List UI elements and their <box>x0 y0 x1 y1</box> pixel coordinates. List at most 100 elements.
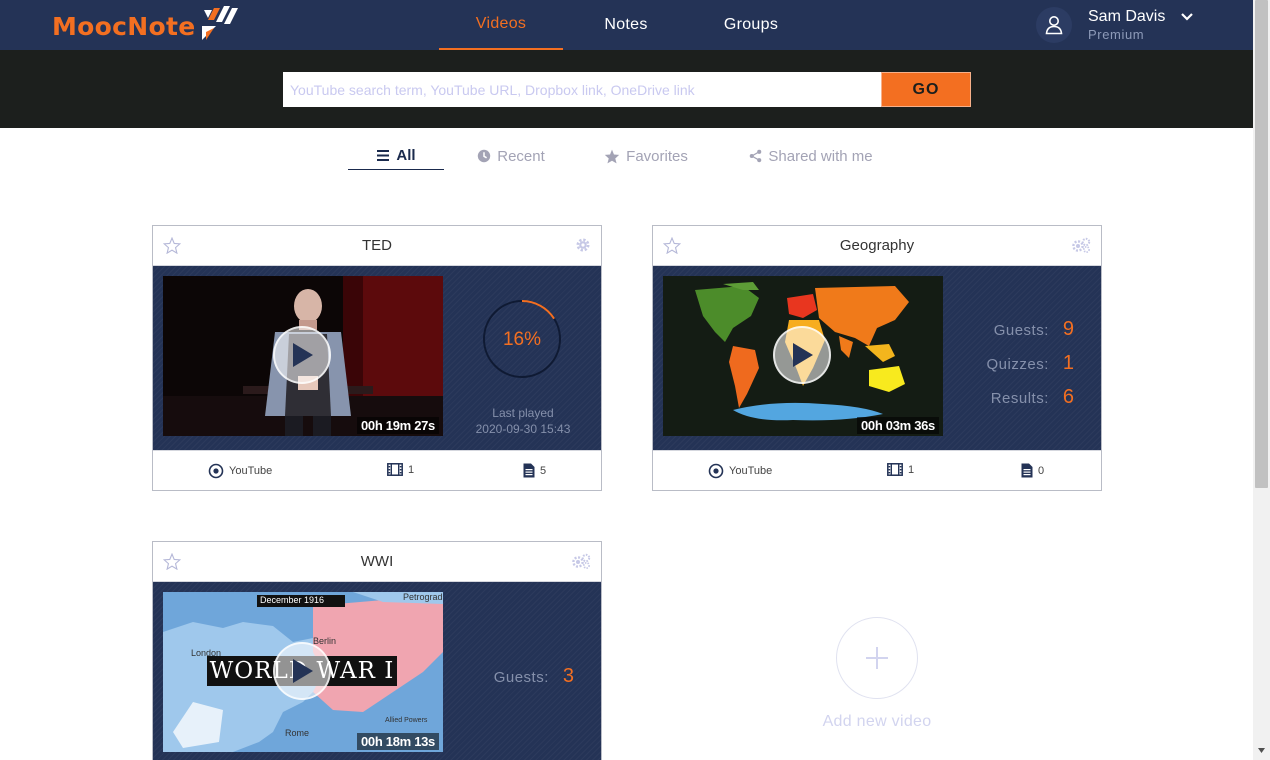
scroll-thumb[interactable] <box>1255 0 1268 488</box>
video-duration: 00h 18m 13s <box>356 733 439 750</box>
card-header: Geography <box>653 226 1101 266</box>
video-card-wwi: WWI December 1916 Petrograd Berlin <box>152 541 602 760</box>
stat-quizzes: Quizzes: 1 <box>987 352 1074 375</box>
logo[interactable]: MoocNote <box>52 6 238 44</box>
filter-tab-shared-label: Shared with me <box>768 147 873 165</box>
filter-tab-all-label: All <box>396 147 416 164</box>
card-header: TED <box>153 226 601 266</box>
user-name: Sam Davis <box>1088 8 1166 25</box>
video-duration: 00h 03m 36s <box>856 417 939 434</box>
source-youtube: YouTube <box>708 463 772 479</box>
star-icon <box>604 149 620 163</box>
clock-icon <box>478 149 491 163</box>
card-body: 00h 19m 27s 16% Last played 2020-09-30 1… <box>153 266 601 450</box>
video-duration: 00h 19m 27s <box>356 417 439 434</box>
stat-value: 6 <box>1062 386 1074 408</box>
notes-count: 0 <box>1021 463 1044 478</box>
plus-icon <box>866 647 888 669</box>
search-input[interactable] <box>283 72 881 107</box>
gears-icon[interactable] <box>1071 237 1091 253</box>
nav-tab-notes[interactable]: Notes <box>564 0 688 50</box>
logo-mark-icon <box>202 6 238 40</box>
stat-label: Results: <box>990 390 1049 407</box>
clips-value: 1 <box>408 463 415 476</box>
map-legend-allied: Allied Powers <box>385 717 428 724</box>
card-footer: YouTube 1 0 <box>653 450 1101 490</box>
notes-count: 5 <box>523 463 546 478</box>
clips-value: 1 <box>908 463 915 476</box>
filter-tab-favorites[interactable]: Favorites <box>594 142 698 170</box>
share-icon <box>750 149 762 163</box>
stat-label: Quizzes: <box>986 356 1049 373</box>
user-avatar <box>1036 7 1072 43</box>
source-label: YouTube <box>729 465 773 477</box>
card-title: TED <box>362 237 392 254</box>
play-icon <box>293 343 313 367</box>
user-plan: Premium <box>1088 27 1145 42</box>
filter-tab-recent[interactable]: Recent <box>463 142 559 170</box>
notes-value: 0 <box>1038 464 1045 477</box>
play-button[interactable] <box>773 326 831 384</box>
stat-value: 9 <box>1062 318 1074 340</box>
chevron-down-icon <box>1181 13 1193 21</box>
source-youtube: YouTube <box>208 463 272 479</box>
map-label-rome: Rome <box>285 728 309 738</box>
gear-icon[interactable] <box>575 237 591 253</box>
add-video-label: Add new video <box>822 713 932 730</box>
user-icon <box>1045 16 1063 35</box>
last-played-value: 2020-09-30 15:43 <box>475 422 571 436</box>
play-button[interactable] <box>273 642 331 700</box>
map-label-berlin: Berlin <box>313 636 336 646</box>
play-icon <box>293 659 313 683</box>
play-button[interactable] <box>273 326 331 384</box>
play-icon <box>793 343 813 367</box>
card-title: Geography <box>839 237 915 254</box>
filter-tab-shared[interactable]: Shared with me <box>740 142 882 170</box>
stat-value: 3 <box>562 665 574 687</box>
clips-count: 1 <box>887 463 914 476</box>
card-footer: YouTube 1 5 <box>153 450 601 490</box>
video-thumbnail[interactable]: 00h 19m 27s <box>163 276 443 436</box>
target-icon <box>708 463 724 479</box>
document-icon <box>523 463 535 478</box>
card-body: 00h 03m 36s Guests: 9 Quizzes: 1 Results… <box>653 266 1101 450</box>
film-icon <box>387 463 403 476</box>
stat-value: 1 <box>1062 352 1074 374</box>
film-icon <box>887 463 903 476</box>
document-icon <box>1021 463 1033 478</box>
stat-label: Guests: <box>493 669 549 686</box>
nav-tab-groups[interactable]: Groups <box>689 0 813 50</box>
filter-tab-favorites-label: Favorites <box>626 147 688 165</box>
stat-label: Guests: <box>993 322 1049 339</box>
video-card-ted: TED 00h 19m 27s 16% Last played 2020-09-… <box>152 225 602 491</box>
scroll-down-arrow-icon[interactable] <box>1257 746 1266 755</box>
nav-tab-videos[interactable]: Videos <box>439 0 563 50</box>
map-label-petrograd: Petrograd <box>403 592 443 602</box>
video-thumbnail[interactable]: December 1916 Petrograd Berlin London Ro… <box>163 592 443 752</box>
card-header: WWI <box>153 542 601 582</box>
stat-results: Results: 6 <box>991 386 1074 409</box>
scrollbar[interactable] <box>1253 0 1270 760</box>
gears-icon[interactable] <box>571 553 591 569</box>
source-label: YouTube <box>229 465 273 477</box>
video-thumbnail[interactable]: 00h 03m 36s <box>663 276 943 436</box>
video-card-geography: Geography 00h 03m 36s Guests: 9 Quizzes:… <box>652 225 1102 491</box>
clips-count: 1 <box>387 463 414 476</box>
notes-value: 5 <box>540 464 547 477</box>
add-video-button[interactable]: Add new video <box>810 617 944 739</box>
progress-percent: 16% <box>502 329 542 350</box>
user-menu[interactable]: Sam Davis Premium <box>1036 7 1246 43</box>
go-button[interactable]: GO <box>881 72 971 107</box>
stat-guests: Guests: 9 <box>994 318 1074 341</box>
map-date-text: December 1916 <box>260 595 325 605</box>
logo-text: MoocNote <box>52 11 196 41</box>
top-navbar: MoocNote Videos Notes Groups Sam Davis P… <box>0 0 1253 50</box>
list-icon <box>377 150 390 161</box>
search-band: GO <box>0 50 1253 128</box>
card-body: December 1916 Petrograd Berlin London Ro… <box>153 582 601 760</box>
filter-tab-all[interactable]: All <box>348 142 444 170</box>
filter-tab-recent-label: Recent <box>497 147 545 165</box>
card-title: WWI <box>360 553 394 570</box>
page: MoocNote Videos Notes Groups Sam Davis P… <box>0 0 1270 760</box>
target-icon <box>208 463 224 479</box>
